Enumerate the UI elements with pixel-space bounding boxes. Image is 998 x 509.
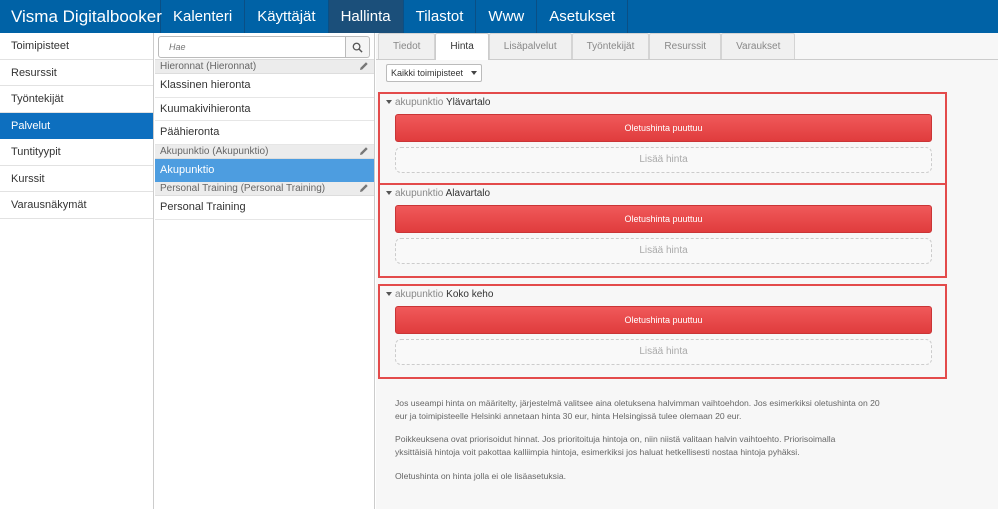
pencil-icon[interactable] (359, 183, 369, 193)
help-paragraph-1: Jos useampi hinta on määritelty, järjest… (395, 397, 955, 422)
nav-kalenteri[interactable]: Kalenteri (161, 0, 246, 33)
sidebar-item-tyontekijat[interactable]: Työntekijät (0, 86, 153, 113)
list-item-klassinen-hieronta[interactable]: Klassinen hieronta (155, 74, 374, 98)
service-detail-panel: Tiedot Hinta Lisäpalvelut Työntekijät Re… (376, 33, 998, 509)
tab-tyontekijat[interactable]: Työntekijät (571, 33, 650, 59)
price-block-koko-keho: akupunktio Koko keho Oletushinta puuttuu… (378, 284, 947, 379)
search-bar (155, 33, 374, 60)
pencil-icon[interactable] (359, 61, 369, 71)
search-icon (352, 42, 363, 53)
default-price-missing-button[interactable]: Oletushinta puuttuu (395, 205, 932, 233)
price-block-prefix: akupunktio (395, 289, 444, 300)
tab-varaukset[interactable]: Varaukset (721, 33, 796, 59)
price-block-prefix: akupunktio (395, 97, 444, 108)
group-header-label: Akupunktio (Akupunktio) (160, 145, 269, 157)
tab-lisapalvelut[interactable]: Lisäpalvelut (488, 33, 572, 59)
help-text-line: Jos useampi hinta on määritelty, järjest… (395, 398, 880, 408)
list-item-paahieronta[interactable]: Päähieronta (155, 121, 374, 145)
add-price-button[interactable]: Lisää hinta (395, 147, 932, 173)
nav-www[interactable]: Www (476, 0, 538, 33)
price-block-title[interactable]: akupunktio Ylävartalo (386, 97, 490, 108)
price-block-name: Koko keho (446, 289, 494, 300)
help-text-line: eur ja toimipisteelle Helsinki annetaan … (395, 410, 742, 421)
help-paragraph-3: Oletushinta on hinta jolla ei ole lisäas… (395, 470, 955, 483)
list-item-akupunktio[interactable]: Akupunktio (155, 158, 374, 182)
list-item-kuumakivihieronta[interactable]: Kuumakivihieronta (155, 98, 374, 121)
search-button[interactable] (346, 36, 370, 58)
group-header-label: Personal Training (Personal Training) (160, 183, 326, 194)
help-text-line: Oletushinta on hinta jolla ei ole lisäas… (395, 471, 567, 481)
add-price-button[interactable]: Lisää hinta (395, 339, 932, 365)
help-text-line: Poikkeuksena ovat priorisoidut hinnat. J… (395, 434, 836, 444)
location-filter-label: Kaikki toimipisteet (391, 68, 464, 78)
group-header-hieronnat: Hieronnat (Hieronnat) (155, 60, 374, 74)
detail-tabs: Tiedot Hinta Lisäpalvelut Työntekijät Re… (376, 33, 998, 60)
price-block-alavartalo: akupunktio Alavartalo Oletushinta puuttu… (378, 183, 947, 278)
tab-tiedot[interactable]: Tiedot (378, 33, 436, 59)
service-list-panel: Hieronnat (Hieronnat) Klassinen hieronta… (155, 33, 375, 509)
price-block-name: Ylävartalo (445, 97, 491, 108)
list-item-personal-training[interactable]: Personal Training (155, 196, 374, 220)
help-text-line: yksittäisiä hintoja voit pakottaa kallii… (395, 446, 800, 457)
pencil-icon[interactable] (359, 146, 369, 156)
app-title[interactable]: Visma Digitalbooker (0, 0, 162, 33)
price-block-title[interactable]: akupunktio Koko keho (386, 289, 493, 300)
location-filter-dropdown[interactable]: Kaikki toimipisteet (386, 64, 483, 82)
default-price-missing-button[interactable]: Oletushinta puuttuu (395, 114, 932, 142)
tab-hinta[interactable]: Hinta (435, 33, 489, 60)
admin-sidebar: Toimipisteet Resurssit Työntekijät Palve… (0, 33, 154, 509)
sidebar-item-palvelut[interactable]: Palvelut (0, 112, 153, 139)
default-price-missing-button[interactable]: Oletushinta puuttuu (395, 306, 932, 334)
sidebar-item-kurssit[interactable]: Kurssit (0, 165, 153, 192)
price-block-title[interactable]: akupunktio Alavartalo (386, 188, 490, 199)
sidebar-item-varausnakymat[interactable]: Varausnäkymät (0, 192, 153, 219)
sidebar-item-toimipisteet[interactable]: Toimipisteet (0, 33, 153, 60)
add-price-button[interactable]: Lisää hinta (395, 238, 932, 264)
top-navigation-bar: Visma Digitalbooker Kalenteri Käyttäjät … (0, 0, 998, 33)
nav-kayttajat[interactable]: Käyttäjät (245, 0, 329, 33)
tab-resurssit[interactable]: Resurssit (649, 33, 722, 59)
collapse-triangle-icon (386, 292, 392, 296)
chevron-down-icon (471, 71, 478, 75)
price-block-prefix: akupunktio (395, 188, 444, 199)
sidebar-item-tuntityypit[interactable]: Tuntityypit (0, 139, 153, 166)
help-paragraph-2: Poikkeuksena ovat priorisoidut hinnat. J… (395, 433, 955, 458)
search-input[interactable] (158, 36, 346, 58)
collapse-triangle-icon (386, 100, 392, 104)
nav-hallinta[interactable]: Hallinta (328, 0, 404, 33)
price-block-ylavartalo: akupunktio Ylävartalo Oletushinta puuttu… (378, 92, 947, 187)
group-header-personal-training: Personal Training (Personal Training) (155, 182, 374, 196)
price-block-name: Alavartalo (445, 188, 491, 199)
collapse-triangle-icon (386, 191, 392, 195)
nav-tilastot[interactable]: Tilastot (404, 0, 477, 33)
nav-asetukset[interactable]: Asetukset (537, 0, 629, 33)
sidebar-item-resurssit[interactable]: Resurssit (0, 59, 153, 86)
group-header-akupunktio: Akupunktio (Akupunktio) (155, 144, 374, 159)
group-header-label: Hieronnat (Hieronnat) (160, 61, 257, 72)
